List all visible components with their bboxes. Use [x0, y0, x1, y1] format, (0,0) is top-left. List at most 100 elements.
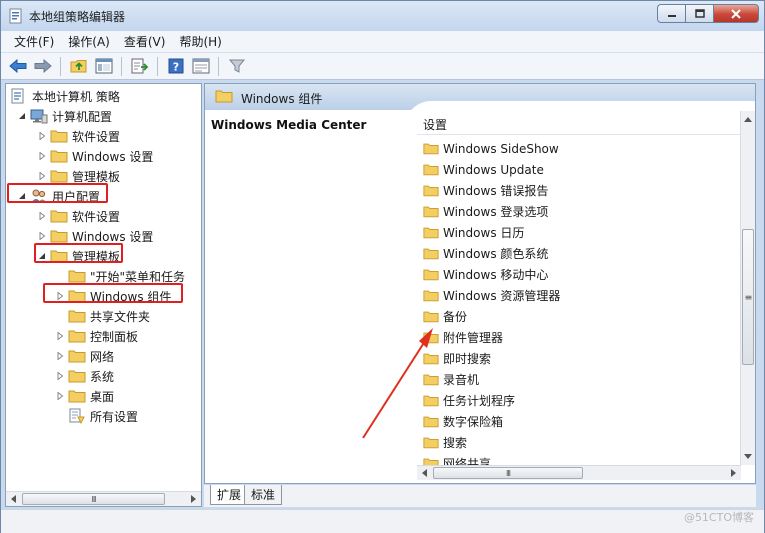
- folder-icon: [68, 328, 86, 344]
- collapsed-triangle-icon[interactable]: [54, 350, 66, 362]
- computer-icon: [30, 108, 48, 124]
- scroll-down-icon[interactable]: [741, 449, 755, 463]
- setting-row[interactable]: Windows 错误报告: [419, 180, 548, 201]
- tree-item-shared-folders[interactable]: 共享文件夹: [68, 306, 150, 326]
- show-hide-tree-button[interactable]: [93, 56, 114, 77]
- tree-item-cc-windows[interactable]: Windows 设置: [36, 146, 153, 166]
- minimize-icon: [667, 14, 676, 17]
- back-button[interactable]: [7, 56, 28, 77]
- menu-view[interactable]: 查看(V): [117, 31, 173, 52]
- tab-standard[interactable]: 标准: [244, 485, 283, 505]
- setting-row[interactable]: Windows 日历: [419, 222, 524, 243]
- close-button[interactable]: [713, 4, 759, 23]
- tree-label: 管理模板: [72, 169, 121, 184]
- expanded-triangle-icon[interactable]: [16, 190, 28, 202]
- scroll-right-icon[interactable]: [186, 492, 200, 506]
- selected-item-title: Windows Media Center: [211, 118, 367, 132]
- view-tabs: 扩展 标准: [204, 485, 756, 507]
- help-button[interactable]: ?: [165, 56, 186, 77]
- tree-item-system[interactable]: 系统: [54, 366, 114, 386]
- folder-icon: [423, 457, 439, 465]
- tree-item-root[interactable]: 本地计算机 策略: [10, 86, 120, 106]
- folder-icon: [68, 308, 86, 324]
- column-header-setting[interactable]: 设置: [417, 111, 742, 135]
- tree-item-all-settings[interactable]: 所有设置: [68, 406, 138, 426]
- collapsed-triangle-icon[interactable]: [54, 370, 66, 382]
- export-list-button[interactable]: [129, 56, 150, 77]
- scroll-left-icon[interactable]: [418, 466, 432, 480]
- tree-item-windows-components[interactable]: Windows 组件: [54, 286, 171, 306]
- tree-item-control-panel[interactable]: 控制面板: [54, 326, 138, 346]
- tree-horizontal-scrollbar[interactable]: III: [6, 491, 201, 506]
- setting-row[interactable]: 网络共享: [419, 453, 491, 465]
- folder-icon: [423, 268, 439, 282]
- tree-label: Windows 设置: [72, 229, 154, 244]
- folder-icon: [423, 226, 439, 240]
- setting-label: Windows 日历: [443, 226, 525, 240]
- forward-button[interactable]: [32, 56, 53, 77]
- scroll-left-icon[interactable]: [7, 492, 21, 506]
- tree-label: 控制面板: [90, 329, 139, 344]
- show-hide-tree-icon: [95, 58, 112, 74]
- scroll-up-icon[interactable]: [741, 113, 755, 127]
- up-button[interactable]: [68, 56, 89, 77]
- tree-label: Windows 设置: [72, 149, 154, 164]
- menu-help[interactable]: 帮助(H): [172, 31, 228, 52]
- tree-item-cc-software[interactable]: 软件设置: [36, 126, 120, 146]
- folder-icon: [68, 388, 86, 404]
- tree-item-network[interactable]: 网络: [54, 346, 114, 366]
- collapsed-triangle-icon[interactable]: [36, 130, 48, 142]
- menu-file[interactable]: 文件(F): [7, 31, 61, 52]
- settings-vertical-scrollbar[interactable]: III: [740, 111, 755, 465]
- tree-item-computer-config[interactable]: 计算机配置: [16, 106, 112, 126]
- scroll-thumb[interactable]: III: [22, 493, 165, 505]
- menu-action[interactable]: 操作(A): [61, 31, 117, 52]
- maximize-button[interactable]: [685, 4, 713, 23]
- setting-row[interactable]: Windows SideShow: [419, 138, 559, 159]
- collapsed-triangle-icon[interactable]: [54, 290, 66, 302]
- title-bar[interactable]: 本地组策略编辑器: [1, 1, 764, 31]
- scroll-thumb[interactable]: III: [433, 467, 583, 479]
- collapsed-triangle-icon[interactable]: [36, 210, 48, 222]
- setting-row[interactable]: Windows 移动中心: [419, 264, 548, 285]
- folder-icon: [423, 289, 439, 303]
- folder-icon: [68, 368, 86, 384]
- setting-label: 任务计划程序: [443, 394, 516, 408]
- tree-item-start-menu[interactable]: "开始"菜单和任务: [68, 266, 185, 286]
- settings-horizontal-scrollbar[interactable]: III: [417, 465, 741, 480]
- tree-item-desktop[interactable]: 桌面: [54, 386, 114, 406]
- collapsed-triangle-icon[interactable]: [54, 330, 66, 342]
- tree-label: 软件设置: [72, 209, 121, 224]
- folder-icon: [68, 268, 86, 284]
- tree-label: 软件设置: [72, 129, 121, 144]
- export-list-icon: [131, 58, 148, 74]
- tree-pane[interactable]: 本地计算机 策略 计算机配置 软件设置 Windows 设置 管理模板 用户配置…: [5, 83, 202, 507]
- settings-list[interactable]: 设置 Windows SideShow Windows Update Windows…: [417, 111, 742, 465]
- tree-item-user-config[interactable]: 用户配置: [16, 186, 100, 206]
- minimize-button[interactable]: [657, 4, 685, 23]
- setting-row[interactable]: Windows Update: [419, 159, 544, 180]
- setting-row[interactable]: Windows 登录选项: [419, 201, 548, 222]
- properties-button[interactable]: [190, 56, 211, 77]
- folder-icon: [68, 348, 86, 364]
- scroll-right-icon[interactable]: [726, 466, 740, 480]
- expanded-triangle-icon[interactable]: [36, 250, 48, 262]
- window-title: 本地组策略编辑器: [29, 10, 126, 24]
- setting-row[interactable]: Windows 资源管理器: [419, 285, 560, 306]
- tab-extended[interactable]: 扩展: [210, 485, 249, 505]
- expanded-triangle-icon[interactable]: [16, 110, 28, 122]
- scroll-thumb[interactable]: III: [742, 229, 754, 365]
- annotation-arrow: [362, 328, 433, 439]
- tree-item-cc-admin[interactable]: 管理模板: [36, 166, 120, 186]
- tree-item-uc-windows[interactable]: Windows 设置: [36, 226, 153, 246]
- filter-button[interactable]: [226, 56, 247, 77]
- collapsed-triangle-icon[interactable]: [54, 390, 66, 402]
- collapsed-triangle-icon[interactable]: [36, 150, 48, 162]
- collapsed-triangle-icon[interactable]: [36, 170, 48, 182]
- setting-row[interactable]: Windows 颜色系统: [419, 243, 548, 264]
- collapsed-triangle-icon[interactable]: [36, 230, 48, 242]
- folder-icon: [423, 205, 439, 219]
- setting-label: Windows 颜色系统: [443, 247, 549, 261]
- tree-item-uc-software[interactable]: 软件设置: [36, 206, 120, 226]
- tree-item-uc-admin[interactable]: 管理模板: [36, 246, 120, 266]
